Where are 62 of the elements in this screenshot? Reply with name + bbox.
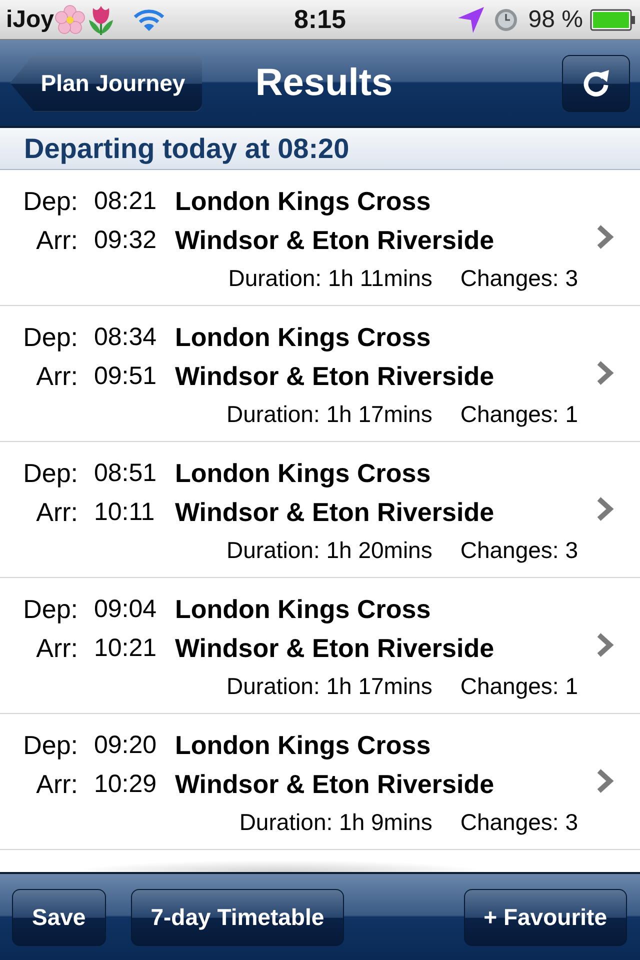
chevron-icon bbox=[596, 224, 614, 250]
clock-icon bbox=[495, 8, 518, 30]
dep-time: 09:20 bbox=[94, 731, 158, 760]
blossom-icon bbox=[55, 4, 86, 34]
refresh-button[interactable] bbox=[562, 54, 630, 112]
destination-station: Windsor & Eton Riverside bbox=[175, 769, 496, 800]
dep-label: Dep: bbox=[22, 186, 78, 217]
changes-text: Changes: 3 bbox=[460, 536, 578, 564]
arr-label: Arr: bbox=[35, 769, 78, 800]
changes-text: Changes: 3 bbox=[460, 264, 578, 292]
destination-station: Windsor & Eton Riverside bbox=[175, 633, 496, 664]
origin-station: London Kings Cross bbox=[175, 594, 432, 625]
arr-time: 10:11 bbox=[94, 498, 156, 527]
dep-time: 08:34 bbox=[94, 323, 158, 352]
toolbar-button[interactable]: 7-day Timetable bbox=[130, 888, 344, 946]
arr-time: 09:32 bbox=[94, 226, 158, 255]
changes-text: Changes: 1 bbox=[460, 672, 578, 700]
back-button[interactable]: Plan Journey bbox=[10, 54, 202, 112]
arr-label: Arr: bbox=[35, 633, 78, 664]
duration-text: Duration: 1h 11mins bbox=[228, 264, 432, 292]
chevron-icon bbox=[596, 360, 614, 386]
changes-text: Changes: 1 bbox=[460, 400, 578, 428]
duration-text: Duration: 1h 20mins bbox=[226, 536, 432, 564]
arr-time: 10:21 bbox=[94, 634, 158, 663]
arr-time: 09:51 bbox=[94, 362, 158, 391]
section-header: Departing today at 08:20 bbox=[0, 128, 640, 170]
dep-time: 08:51 bbox=[94, 459, 158, 488]
origin-station: London Kings Cross bbox=[175, 730, 432, 761]
toolbar-button[interactable]: Save bbox=[12, 888, 106, 946]
origin-station: London Kings Cross bbox=[175, 186, 432, 217]
wifi-icon bbox=[133, 8, 166, 32]
origin-station: London Kings Cross bbox=[175, 458, 432, 489]
dep-time: 08:21 bbox=[94, 187, 158, 216]
chevron-icon bbox=[596, 632, 614, 658]
duration-text: Duration: 1h 17mins bbox=[226, 400, 432, 428]
arr-label: Arr: bbox=[35, 361, 78, 392]
dep-time: 09:04 bbox=[94, 595, 158, 624]
origin-station: London Kings Cross bbox=[175, 322, 432, 353]
tulip-icon bbox=[88, 4, 114, 34]
page-title: Results bbox=[254, 62, 393, 104]
location-arrow-icon bbox=[458, 6, 484, 32]
changes-text: Changes: 3 bbox=[460, 808, 578, 836]
arr-label: Arr: bbox=[35, 225, 78, 256]
dep-label: Dep: bbox=[22, 594, 78, 625]
status-time: 8:15 bbox=[294, 4, 346, 35]
carrier-name: iJoy bbox=[6, 6, 54, 34]
destination-station: Windsor & Eton Riverside bbox=[175, 361, 496, 392]
destination-station: Windsor & Eton Riverside bbox=[175, 497, 496, 528]
refresh-icon bbox=[581, 68, 611, 98]
chevron-icon bbox=[596, 768, 614, 794]
duration-text: Duration: 1h 17mins bbox=[226, 672, 432, 700]
battery-percent: 98 % bbox=[528, 6, 583, 34]
chevron-icon bbox=[596, 496, 614, 522]
battery-icon bbox=[590, 8, 636, 30]
dep-label: Dep: bbox=[22, 322, 78, 353]
arr-label: Arr: bbox=[35, 497, 78, 528]
toolbar-button[interactable]: + Favourite bbox=[464, 888, 627, 946]
dep-label: Dep: bbox=[22, 730, 78, 761]
dep-label: Dep: bbox=[22, 458, 78, 489]
duration-text: Duration: 1h 9mins bbox=[239, 808, 432, 836]
destination-station: Windsor & Eton Riverside bbox=[175, 225, 496, 256]
arr-time: 10:29 bbox=[94, 770, 158, 799]
